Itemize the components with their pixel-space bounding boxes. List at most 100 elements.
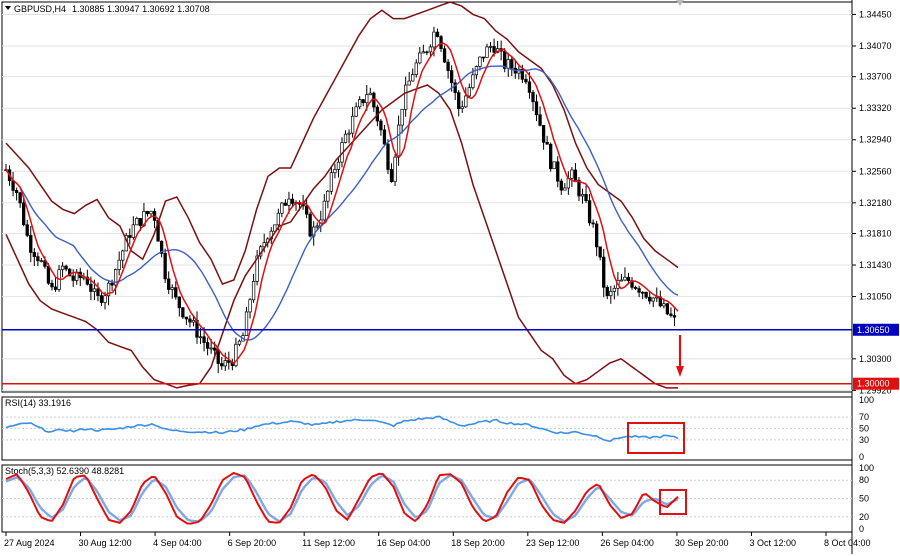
candle-body [315,225,319,228]
candle-body [60,265,65,271]
candle-body [439,36,443,50]
candle-body [464,95,468,108]
candle-body [290,198,295,204]
candle-body [280,202,284,214]
price-tick-label: 1.33320 [859,103,892,113]
candle-body [248,299,252,313]
candle-body [71,275,75,281]
candle-body [665,303,670,315]
candle-body [382,129,387,145]
candle-body [549,143,553,170]
candle-body [131,224,135,238]
candle-body [53,286,58,290]
price-tick-label: 1.31810 [859,229,892,239]
candle-body [637,288,641,293]
price-tick-label: 1.32940 [859,135,892,145]
candle-body [573,169,578,181]
candle-body [99,295,104,303]
candle-body [50,282,54,288]
candle-body [651,297,655,302]
candle-body [184,316,189,320]
candle-body [619,279,624,282]
candle-body [587,200,592,224]
candle-body [545,141,549,145]
candle-body [322,200,326,221]
candle-body [626,276,631,282]
candle-body [149,210,153,215]
candle-body [181,307,185,318]
candle-body [350,115,355,134]
candle-body [411,74,415,82]
candle-body [570,169,574,179]
candle-body [163,253,167,280]
candle-body [138,218,143,227]
candle-body [244,311,249,336]
candle-body [414,62,418,75]
candle-body [404,84,408,110]
candle-body [449,70,454,84]
price-tick-label: 1.32180 [859,198,892,208]
candle-body [177,296,181,309]
candle-body [220,363,224,367]
candle-body [481,56,486,59]
candle-body [32,252,36,257]
candle-body [552,161,556,170]
candle-body [662,303,666,307]
ohlc-label: 1.30885 1.30947 1.30692 1.30708 [72,4,210,14]
time-tick-label: 23 Sep 12:00 [526,538,580,548]
candle-body [563,187,567,191]
panel-frame-1 [1,1,853,393]
candle-body [478,56,482,67]
candle-body [672,315,677,318]
stoch-title: Stoch(5,3,3) 52.6390 48.8281 [5,466,124,476]
candle-body [485,46,489,58]
candle-body [117,259,121,270]
candle-body [39,260,44,263]
candle-body [174,287,178,298]
candle-body [365,94,369,104]
candle-body [580,194,585,197]
time-tick-label: 6 Sep 20:00 [228,538,277,548]
candle-body [358,99,362,108]
rsi-tick-label: 70 [859,412,869,422]
stoch-tick-label: 50 [859,494,869,504]
candle-body [251,281,256,301]
candle-body [209,347,213,350]
candle-body [577,179,581,197]
stoch-tick-label: 0 [859,524,864,534]
arrow-head [676,366,684,377]
time-tick-label: 26 Sep 04:00 [600,538,654,548]
candle-body [595,223,599,248]
candle-body [524,78,528,83]
price-tick-label: 1.33700 [859,72,892,82]
rsi-tick-label: 0 [859,452,864,462]
bollinger-lower-band [5,84,678,389]
candle-body [188,318,192,323]
candle-body [110,282,114,286]
candle-body [170,287,174,290]
time-tick-label: 18 Sep 20:00 [451,538,505,548]
time-tick-label: 30 Aug 12:00 [79,538,132,548]
candle-body [29,235,33,253]
candle-body [96,288,100,296]
price-tick-label: 1.34070 [859,41,892,51]
candle-body [128,235,132,238]
time-tick-label: 16 Sep 04:00 [377,538,431,548]
scroll-marker-icon[interactable] [676,0,684,6]
candle-body [428,46,433,53]
symbol-dropdown-icon[interactable] [5,6,11,10]
candle-body [213,347,217,351]
candle-body [135,218,139,226]
candle-body [333,169,337,174]
candle-body [223,360,227,367]
candle-body [393,156,397,183]
candle-body [329,172,334,192]
candle-body [421,51,425,54]
candle-body [64,265,68,270]
candle-body [418,52,422,64]
trading-chart: 1.34450 1.34070 1.33700 1.33320 1.32940 1.325… [1,0,899,554]
candle-body [633,286,638,289]
price-tick-label: 1.34450 [859,9,892,19]
candle-body [541,125,546,143]
time-tick-label: 8 Oct 04:00 [824,538,871,548]
